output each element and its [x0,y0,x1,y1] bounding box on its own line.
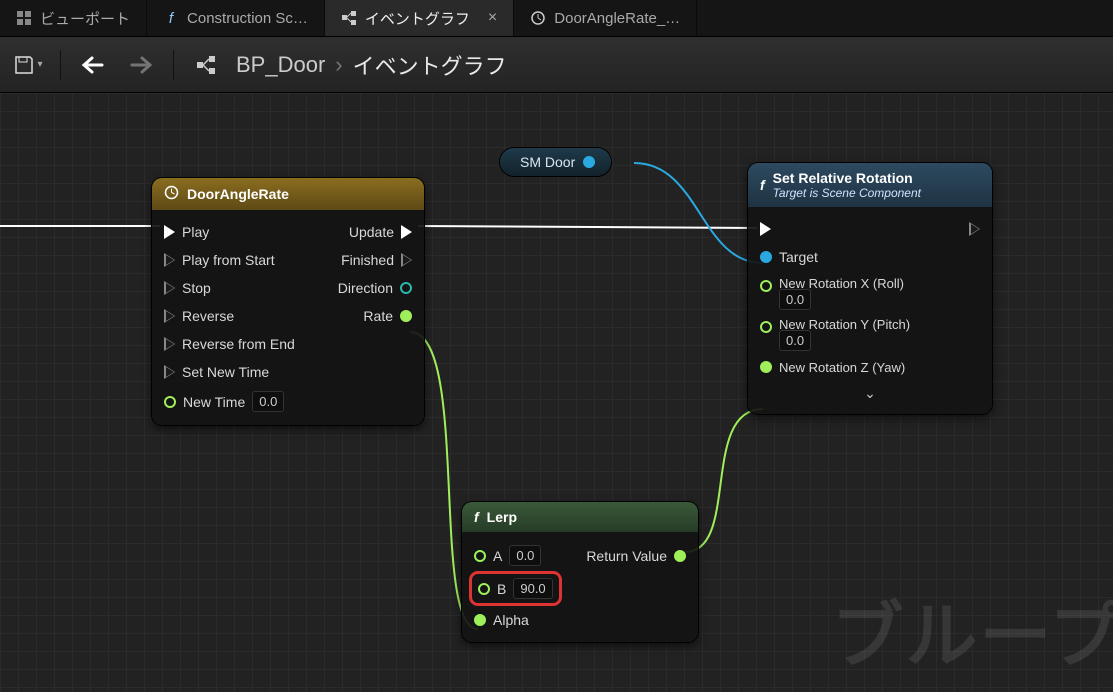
pin-label: Direction [338,280,393,296]
variable-label: SM Door [520,154,575,170]
exec-in[interactable] [760,222,771,236]
chevron-right-icon: › [335,52,342,78]
output-pin-direction[interactable] [400,282,412,294]
exec-in-stop[interactable] [164,281,175,295]
pin-label: Return Value [586,548,667,564]
variable-node-sm-door[interactable]: SM Door [500,148,611,176]
pin-label: Set New Time [182,364,269,380]
function-icon: f [163,10,179,26]
clock-icon [164,185,179,203]
pin-label: Play [182,224,209,240]
exec-in-reverse[interactable] [164,309,175,323]
input-pin-a[interactable] [474,550,486,562]
node-title: Set Relative Rotation [773,170,913,186]
tab-label: ビューポート [40,8,130,29]
node-body: Target New Rotation X (Roll)0.0 New Rota… [748,207,992,414]
input-pin-new-time[interactable] [164,396,176,408]
highlighted-input-b: B 90.0 [474,576,557,601]
pin-label: Finished [341,252,394,268]
exec-in-play-from-start[interactable] [164,253,175,267]
tab-viewport[interactable]: ビューポート [0,0,147,36]
new-time-input[interactable]: 0.0 [252,391,284,412]
tab-event-graph[interactable]: イベントグラフ × [325,0,514,36]
pin-label: B [497,581,506,597]
exec-out[interactable] [969,222,980,236]
input-pin-pitch[interactable] [760,321,772,333]
pin-label: Reverse from End [182,336,295,352]
node-body: Play Update Play from Start Finished Sto… [152,210,424,425]
pin-label: Play from Start [182,252,275,268]
tab-label: Construction Sc… [187,10,308,27]
input-pin-b[interactable] [478,583,490,595]
input-pin-roll[interactable] [760,280,772,292]
function-icon: f [474,509,479,525]
node-body: A 0.0 Return Value B 90.0 Alpha [462,532,698,642]
pin-label: New Time [183,394,245,410]
pin-label: Alpha [493,612,529,628]
breadcrumb-leaf[interactable]: イベントグラフ [353,49,507,81]
node-title: DoorAngleRate [187,186,289,202]
function-icon: f [760,177,765,193]
nav-forward-button[interactable] [123,47,159,83]
pitch-input[interactable]: 0.0 [779,330,811,351]
input-pin-alpha[interactable] [474,614,486,626]
node-header: f Lerp [462,502,698,532]
timeline-icon [530,10,546,26]
exec-in-play[interactable] [164,225,175,239]
tab-doorangle-timeline[interactable]: DoorAngleRate_… [514,0,697,36]
nav-back-button[interactable] [75,47,111,83]
roll-input[interactable]: 0.0 [779,289,811,310]
pin-label: Reverse [182,308,234,324]
tab-construction-script[interactable]: f Construction Sc… [147,0,325,36]
watermark: ブループ [831,577,1113,682]
pin-label: Stop [182,280,211,296]
tab-bar: ビューポート f Construction Sc… イベントグラフ × Door… [0,0,1113,37]
toolbar: ▾ BP_Door › イベントグラフ [0,37,1113,93]
graph-icon [188,47,224,83]
output-pin-object[interactable] [583,156,595,168]
timeline-node[interactable]: DoorAngleRate Play Update Play from Star… [152,178,424,425]
exec-in-reverse-from-end[interactable] [164,337,175,351]
pin-label: A [493,548,502,564]
viewport-icon [16,10,32,26]
tab-label: イベントグラフ [365,8,470,29]
set-relative-rotation-node[interactable]: f Set Relative Rotation Target is Scene … [748,163,992,414]
node-header: DoorAngleRate [152,178,424,210]
b-input[interactable]: 90.0 [513,578,552,599]
input-pin-yaw[interactable] [760,361,772,373]
pin-label: Update [349,224,394,240]
input-pin-target[interactable] [760,251,772,263]
breadcrumb: BP_Door › イベントグラフ [236,49,507,81]
output-pin-return[interactable] [674,550,686,562]
tab-label: DoorAngleRate_… [554,10,680,27]
node-header: f Set Relative Rotation Target is Scene … [748,163,992,207]
a-input[interactable]: 0.0 [509,545,541,566]
exec-in-set-new-time[interactable] [164,365,175,379]
close-icon[interactable]: × [488,9,497,27]
pin-label: Target [779,249,818,265]
pin-label: Rate [363,308,393,324]
node-subtitle: Target is Scene Component [773,186,921,200]
output-pin-rate[interactable] [400,310,412,322]
node-title: Lerp [487,509,517,525]
expand-struct-button[interactable]: ⌄ [748,381,992,406]
save-dropdown-button[interactable]: ▾ [10,47,46,83]
pin-label: New Rotation Z (Yaw) [779,360,905,375]
graph-canvas[interactable]: ブループ SM Door DoorAngleRate Play Update P… [0,93,1113,692]
breadcrumb-root[interactable]: BP_Door [236,52,325,78]
lerp-node[interactable]: f Lerp A 0.0 Return Value B 90.0 Alpha [462,502,698,642]
exec-out-finished[interactable] [401,253,412,267]
exec-out-update[interactable] [401,225,412,239]
graph-icon [341,10,357,26]
